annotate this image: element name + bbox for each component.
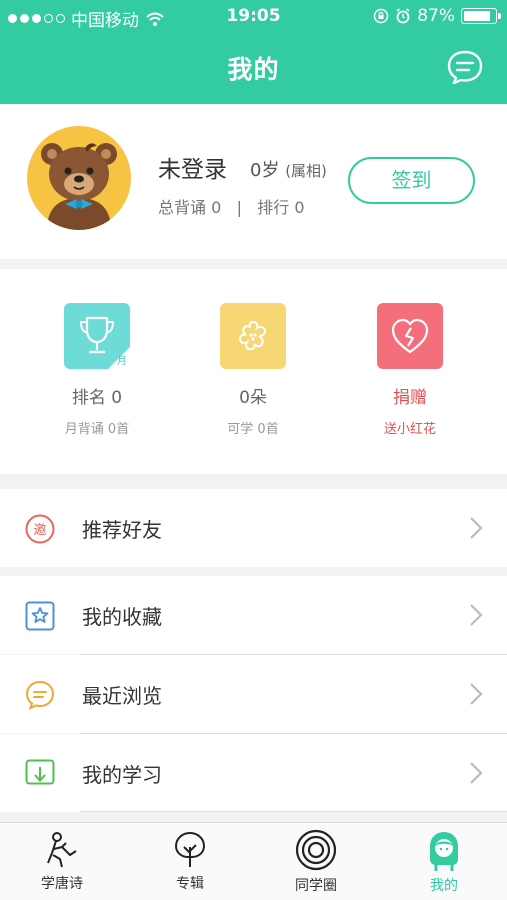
tab-label: 同学圈 bbox=[295, 878, 337, 894]
menu-label: 我的收藏 bbox=[82, 605, 162, 629]
flowers-stat-sub: 可学 0首 bbox=[227, 422, 279, 437]
heart-icon bbox=[377, 303, 443, 369]
profile-card[interactable]: 未登录 0岁 (属相) 总背诵 0 | 排行 0 签到 bbox=[0, 104, 507, 259]
status-bar: 中国移动 19:05 87% bbox=[0, 0, 507, 34]
donate-stat-value: 捐赠 bbox=[393, 388, 427, 408]
tab-albums[interactable]: 专辑 bbox=[140, 829, 240, 893]
rank-stat-sub: 月背诵 0首 bbox=[64, 422, 130, 437]
user-stats: 总背诵 0 | 排行 0 bbox=[158, 194, 305, 218]
stat-donate[interactable]: 捐赠 送小红花 bbox=[350, 303, 470, 437]
tab-bar: 学唐诗 专辑 同学圈 我的 bbox=[0, 822, 507, 900]
stat-rank[interactable]: 月 排名 0 月背诵 0首 bbox=[37, 303, 157, 437]
flower-icon bbox=[220, 303, 286, 369]
user-name: 未登录 bbox=[158, 157, 227, 183]
menu-recent-browsing[interactable]: 最近浏览 bbox=[0, 655, 507, 733]
menu-label: 我的学习 bbox=[82, 763, 162, 787]
chat-bubble-icon[interactable] bbox=[447, 50, 483, 84]
tab-poems[interactable]: 学唐诗 bbox=[12, 829, 112, 893]
bear-avatar-icon bbox=[41, 143, 117, 230]
battery-icon bbox=[461, 8, 501, 24]
tab-label: 专辑 bbox=[176, 876, 204, 892]
tree-icon bbox=[174, 831, 206, 867]
poet-icon bbox=[47, 832, 77, 868]
stats-panel: 月 排名 0 月背诵 0首 0朵 可学 0首 捐赠 送小红花 bbox=[0, 269, 507, 474]
menu-label: 最近浏览 bbox=[82, 684, 162, 708]
stat-flowers[interactable]: 0朵 可学 0首 bbox=[193, 303, 313, 437]
checkin-button[interactable]: 签到 bbox=[348, 157, 475, 204]
rank-stat-value: 排名 0 bbox=[71, 388, 123, 408]
star-icon bbox=[25, 601, 55, 631]
total-recite-value: 0 bbox=[211, 198, 222, 217]
avatar[interactable] bbox=[27, 126, 131, 230]
menu-recommend-friends[interactable]: 邀 推荐好友 bbox=[0, 489, 507, 567]
invite-icon: 邀 bbox=[25, 514, 55, 544]
menu-label: 推荐好友 bbox=[82, 518, 162, 542]
rank-label: 排行 bbox=[257, 198, 290, 217]
page-title: 我的 bbox=[227, 55, 280, 84]
chevron-right-icon bbox=[470, 517, 483, 539]
chevron-right-icon bbox=[470, 683, 483, 705]
tab-mine[interactable]: 我的 bbox=[394, 829, 494, 895]
battery-percent: 87% bbox=[417, 6, 455, 26]
girl-icon bbox=[430, 832, 458, 871]
chevron-right-icon bbox=[470, 604, 483, 626]
user-age: 0岁 (属相) bbox=[250, 156, 327, 182]
chat-icon bbox=[25, 680, 55, 710]
alarm-icon bbox=[396, 8, 410, 24]
status-right: 87% bbox=[373, 6, 501, 26]
age-value: 0岁 bbox=[250, 160, 280, 181]
menu-divider bbox=[80, 811, 507, 812]
download-icon bbox=[25, 759, 55, 785]
flowers-stat-value: 0朵 bbox=[239, 388, 267, 408]
chevron-right-icon bbox=[470, 762, 483, 784]
rotation-lock-icon bbox=[373, 8, 389, 24]
circles-icon bbox=[295, 829, 337, 871]
donate-stat-sub: 送小红花 bbox=[383, 422, 436, 437]
trophy-icon: 月 bbox=[64, 303, 130, 369]
menu-my-study[interactable]: 我的学习 bbox=[0, 734, 507, 812]
tab-classmates[interactable]: 同学圈 bbox=[266, 829, 366, 895]
top-bar: 中国移动 19:05 87% 我的 bbox=[0, 0, 507, 104]
tab-label: 学唐诗 bbox=[41, 876, 83, 892]
stats-separator: | bbox=[236, 198, 242, 217]
month-badge: 月 bbox=[117, 356, 127, 367]
svg-text:邀: 邀 bbox=[33, 523, 46, 538]
total-recite-label: 总背诵 bbox=[158, 198, 207, 217]
menu-favorites[interactable]: 我的收藏 bbox=[0, 576, 507, 654]
zodiac-label: (属相) bbox=[285, 162, 327, 180]
tab-label: 我的 bbox=[430, 878, 458, 894]
rank-value: 0 bbox=[294, 198, 305, 217]
